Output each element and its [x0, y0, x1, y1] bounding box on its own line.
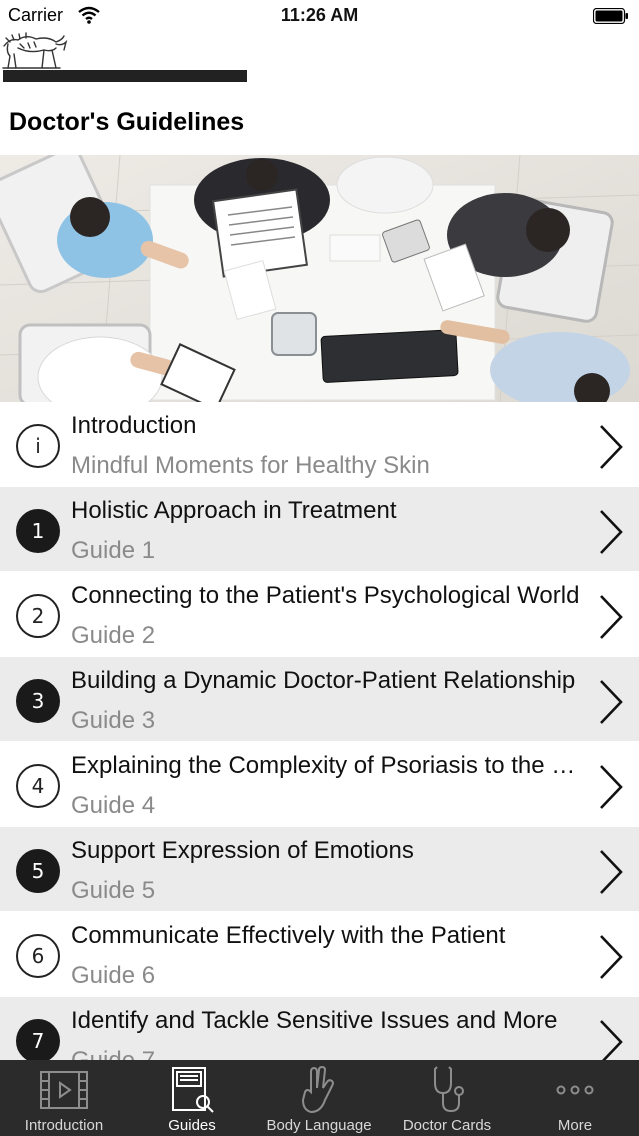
more-dots-icon — [511, 1066, 639, 1114]
guide-row[interactable]: 2 Connecting to the Patient's Psychologic… — [0, 572, 639, 656]
tab-label: Doctor Cards — [402, 1117, 492, 1134]
guide-subtitle: Guide 7 — [71, 1047, 589, 1060]
guide-subtitle: Guide 6 — [71, 962, 156, 989]
guide-subtitle: Guide 2 — [71, 622, 156, 649]
guide-number-badge: 7 — [16, 1019, 60, 1060]
tab-label: More — [557, 1117, 593, 1134]
guide-subtitle: Guide 4 — [71, 792, 156, 819]
tab-label: Guides — [168, 1117, 216, 1134]
guide-title: Introduction — [71, 412, 197, 439]
guide-row[interactable]: 5 Support Expression of Emotions Guide 5 — [0, 827, 639, 911]
guide-title: Communicate Effectively with the Patient — [71, 922, 506, 949]
guide-title: Identify and Tackle Sensitive Issues and… — [71, 1007, 558, 1034]
tab-label: Body Language — [266, 1117, 372, 1134]
guide-title: Support Expression of Emotions — [71, 837, 414, 864]
logo-underline-bar — [3, 70, 247, 82]
guide-number-badge: 3 — [16, 679, 60, 723]
page-title: Doctor's Guidelines — [9, 108, 245, 136]
chevron-right-icon — [600, 680, 623, 724]
tab-more[interactable]: More — [511, 1060, 639, 1136]
guide-row[interactable]: 3 Building a Dynamic Doctor-Patient Relat… — [0, 657, 639, 741]
guide-row[interactable]: 1 Holistic Approach in Treatment Guide 1 — [0, 487, 639, 571]
guide-number-badge: 4 — [16, 764, 60, 808]
status-time: 11:26 AM — [280, 5, 359, 25]
status-bar: Carrier 11:26 AM — [0, 0, 639, 32]
chevron-right-icon — [600, 935, 623, 979]
chevron-right-icon — [600, 1020, 623, 1060]
guide-number-badge: 2 — [16, 594, 60, 638]
guide-number-badge: 6 — [16, 934, 60, 978]
guide-subtitle: Guide 5 — [71, 877, 156, 904]
hand-icon — [255, 1066, 383, 1114]
chevron-right-icon — [600, 595, 623, 639]
guide-row[interactable]: 6 Communicate Effectively with the Patien… — [0, 912, 639, 996]
guide-subtitle: Guide 3 — [71, 707, 156, 734]
guide-number-badge: i — [16, 424, 60, 468]
tab-introduction[interactable]: Introduction — [0, 1060, 128, 1136]
chevron-right-icon — [600, 510, 623, 554]
guide-row[interactable]: i Introduction Mindful Moments for Healthy… — [0, 412, 639, 486]
stethoscope-icon — [383, 1066, 511, 1114]
guide-number-badge: 1 — [16, 509, 60, 553]
hero-image — [0, 155, 639, 402]
guide-book-icon — [128, 1066, 256, 1114]
battery-icon — [593, 8, 628, 24]
chevron-right-icon — [600, 425, 623, 469]
tab-label: Introduction — [24, 1117, 104, 1134]
film-icon — [0, 1066, 128, 1114]
guide-title: Explaining the Complexity of Psoriasis t… — [71, 752, 589, 779]
chevron-right-icon — [600, 850, 623, 894]
tab-body-language[interactable]: Body Language — [255, 1060, 383, 1136]
tab-doctor-cards[interactable]: Doctor Cards — [383, 1060, 511, 1136]
guide-title: Connecting to the Patient's Psychologica… — [71, 582, 580, 609]
guide-subtitle: Mindful Moments for Healthy Skin — [71, 452, 430, 479]
app-logo — [0, 30, 80, 72]
lion-logo-icon — [2, 32, 68, 69]
guide-number-badge: 5 — [16, 849, 60, 893]
guide-list: i Introduction Mindful Moments for Healthy… — [0, 412, 639, 1060]
guide-row[interactable]: 7 Identify and Tackle Sensitive Issues an… — [0, 997, 639, 1060]
tab-bar: Introduction Guides Body Language Doctor… — [0, 1060, 639, 1136]
chevron-right-icon — [600, 765, 623, 809]
guide-title: Building a Dynamic Doctor-Patient Relati… — [71, 667, 576, 694]
guide-subtitle: Guide 1 — [71, 537, 156, 564]
guide-title: Holistic Approach in Treatment — [71, 497, 397, 524]
tab-guides[interactable]: Guides — [128, 1060, 256, 1136]
guide-row[interactable]: 4 Explaining the Complexity of Psoriasis … — [0, 742, 639, 826]
